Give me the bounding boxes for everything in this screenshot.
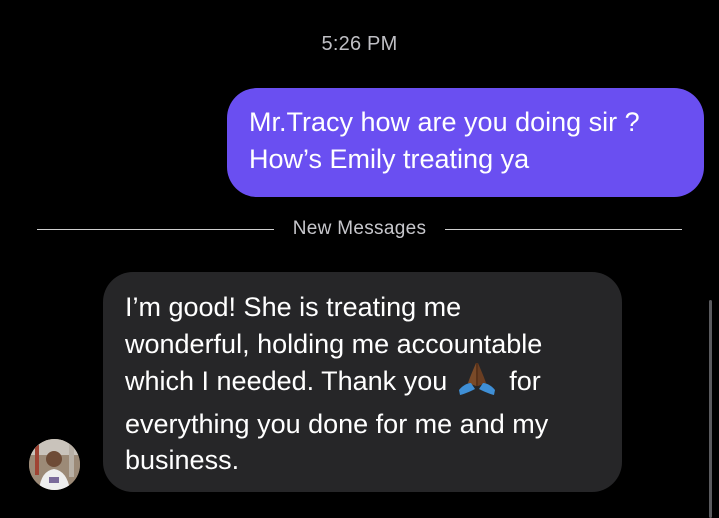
outgoing-message-line: Mr.Tracy how are you doing sir ?	[249, 107, 640, 137]
divider-line-right	[445, 228, 683, 230]
incoming-message-line: which I needed. Thank you for	[125, 362, 602, 406]
avatar-photo	[29, 439, 80, 490]
outgoing-message-line: How’s Emily treating ya	[249, 144, 530, 174]
incoming-message-line: I’m good! She is treating me	[125, 292, 462, 322]
sender-avatar[interactable]	[29, 439, 80, 490]
incoming-message-line: wonderful, holding me accountable	[125, 328, 543, 359]
incoming-message-text: for	[509, 366, 541, 396]
incoming-message-text: which I needed. Thank you	[125, 366, 448, 396]
folded-hands-icon	[457, 362, 497, 406]
scrollbar[interactable]	[709, 300, 712, 518]
outgoing-message-bubble[interactable]: Mr.Tracy how are you doing sir ? How’s E…	[227, 88, 704, 197]
divider-line-left	[37, 228, 274, 230]
incoming-message-line: business.	[125, 445, 240, 475]
new-messages-label: New Messages	[292, 218, 427, 239]
incoming-message-line: everything you done for me and my	[125, 408, 549, 439]
new-messages-divider: New Messages	[37, 216, 683, 242]
incoming-message-bubble[interactable]: I’m good! She is treating me wonderful, …	[103, 272, 622, 492]
message-timestamp: 5:26 PM	[321, 33, 398, 55]
